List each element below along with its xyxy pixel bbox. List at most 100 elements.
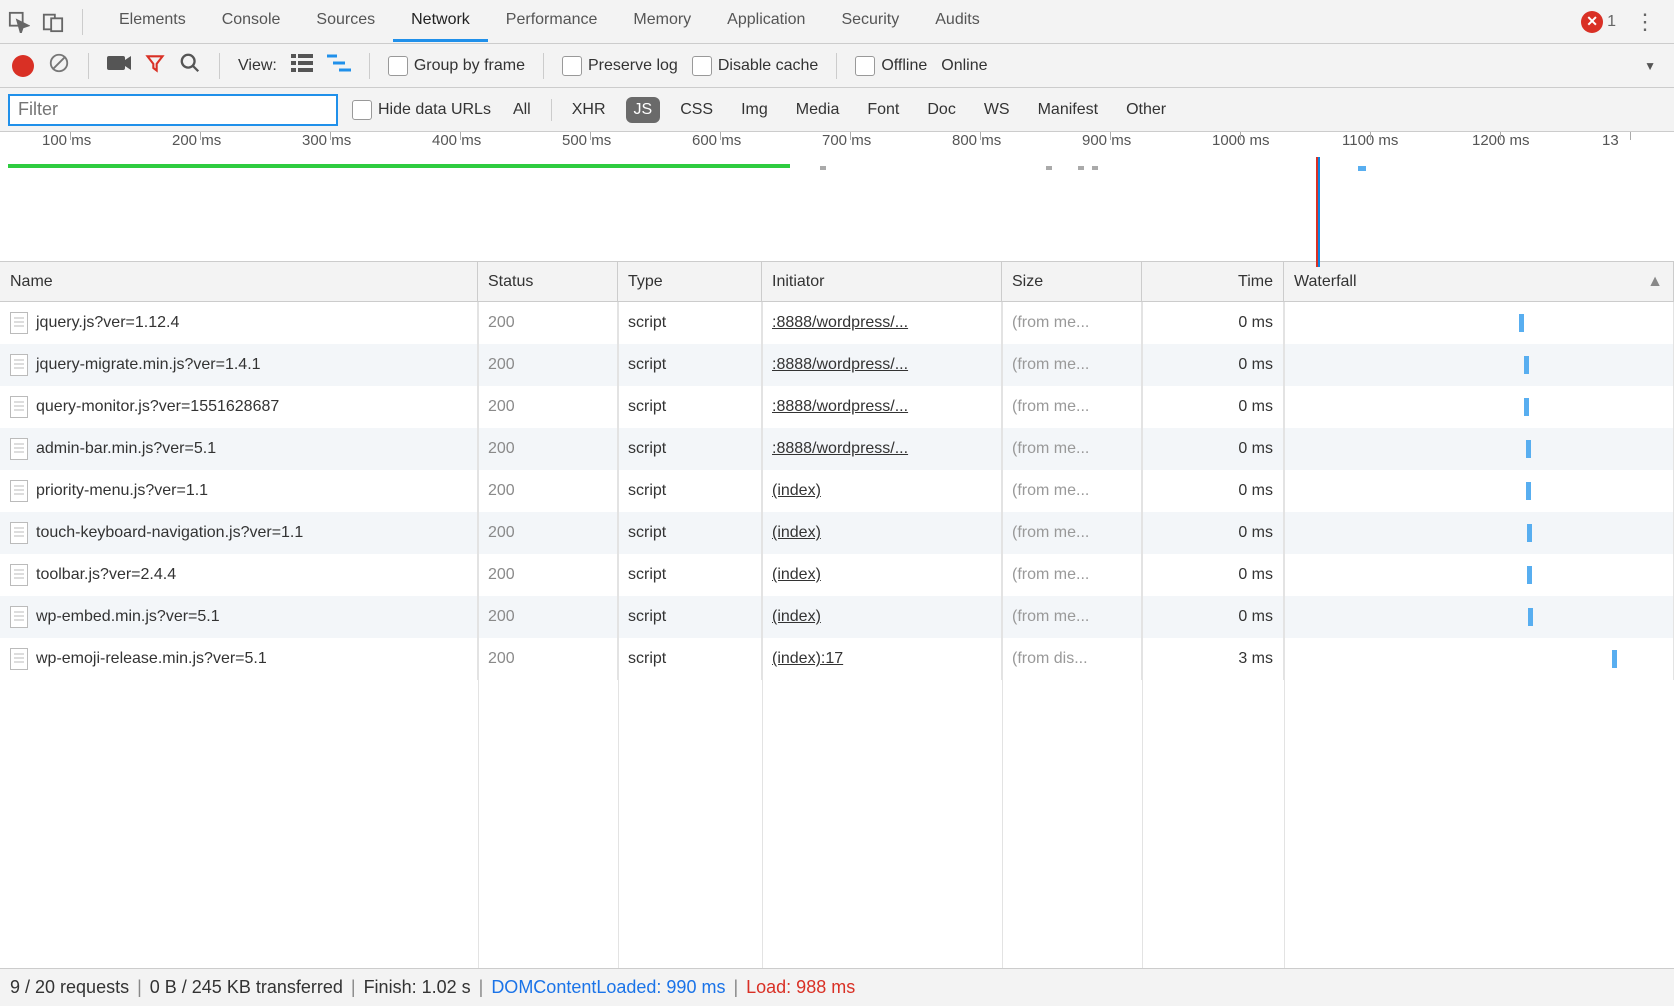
request-initiator[interactable]: (index):17 [762,638,1002,680]
tab-security[interactable]: Security [823,1,917,42]
request-initiator[interactable]: (index) [762,470,1002,512]
group-by-frame-checkbox[interactable]: Group by frame [388,56,525,76]
filter-type-doc[interactable]: Doc [919,97,963,123]
timeline-tick-mark [1110,132,1111,140]
request-waterfall [1284,302,1674,344]
request-status: 200 [478,344,618,386]
request-initiator[interactable]: :8888/wordpress/... [762,428,1002,470]
request-waterfall [1284,470,1674,512]
request-type: script [618,386,762,428]
table-row[interactable]: admin-bar.min.js?ver=5.1200script:8888/w… [0,428,1674,470]
column-header-initiator[interactable]: Initiator [762,262,1002,301]
table-row[interactable]: wp-emoji-release.min.js?ver=5.1200script… [0,638,1674,680]
screenshot-icon[interactable] [107,54,131,77]
tab-memory[interactable]: Memory [615,1,709,42]
file-icon [10,522,28,544]
filter-type-xhr[interactable]: XHR [564,97,614,123]
error-count-badge[interactable]: ✕ 1 [1581,11,1616,33]
request-type: script [618,428,762,470]
filter-type-ws[interactable]: WS [976,97,1018,123]
request-time: 0 ms [1142,512,1284,554]
request-time: 3 ms [1142,638,1284,680]
filter-type-js[interactable]: JS [626,97,661,123]
filter-type-manifest[interactable]: Manifest [1030,97,1106,123]
offline-checkbox[interactable]: Offline [855,56,927,76]
tab-elements[interactable]: Elements [101,1,204,42]
offline-label: Offline [881,57,927,75]
timeline-tick-label: 500 ms [562,132,611,149]
tab-performance[interactable]: Performance [488,1,616,42]
request-time: 0 ms [1142,596,1284,638]
filter-input[interactable] [8,94,338,126]
tab-sources[interactable]: Sources [298,1,393,42]
column-header-name[interactable]: Name [0,262,478,301]
search-icon[interactable] [179,52,201,79]
request-name: priority-menu.js?ver=1.1 [36,482,208,500]
request-initiator[interactable]: (index) [762,596,1002,638]
separator [369,53,370,79]
throttling-dropdown-icon[interactable]: ▼ [1644,59,1656,73]
request-initiator[interactable]: (index) [762,554,1002,596]
timeline-tick-label: 600 ms [692,132,741,149]
table-row[interactable]: touch-keyboard-navigation.js?ver=1.1200s… [0,512,1674,554]
more-menu-icon[interactable]: ⋮ [1630,9,1660,35]
requests-table-body[interactable]: jquery.js?ver=1.12.4200script:8888/wordp… [0,302,1674,968]
clear-button[interactable] [48,52,70,79]
column-header-time[interactable]: Time [1142,262,1284,301]
table-row[interactable]: priority-menu.js?ver=1.1200script(index)… [0,470,1674,512]
request-waterfall [1284,638,1674,680]
throttling-select[interactable]: Online [941,57,987,75]
table-row[interactable]: toolbar.js?ver=2.4.4200script(index)(fro… [0,554,1674,596]
request-time: 0 ms [1142,302,1284,344]
status-load: Load: 988 ms [746,977,855,998]
request-type: script [618,470,762,512]
request-initiator[interactable]: :8888/wordpress/... [762,344,1002,386]
disable-cache-checkbox[interactable]: Disable cache [692,56,819,76]
filter-toggle-icon[interactable] [145,53,165,78]
column-header-size[interactable]: Size [1002,262,1142,301]
request-size: (from me... [1002,554,1142,596]
filter-type-css[interactable]: CSS [672,97,721,123]
filter-type-media[interactable]: Media [788,97,848,123]
tab-application[interactable]: Application [709,1,823,42]
requests-table-header: Name Status Type Initiator Size Time Wat… [0,262,1674,302]
filter-type-font[interactable]: Font [859,97,907,123]
tab-console[interactable]: Console [204,1,299,42]
request-time: 0 ms [1142,428,1284,470]
separator [551,99,552,121]
request-initiator[interactable]: :8888/wordpress/... [762,302,1002,344]
tab-network[interactable]: Network [393,1,488,42]
timeline-tick-mark [460,132,461,140]
inspect-element-icon[interactable] [8,11,30,33]
preserve-log-checkbox[interactable]: Preserve log [562,56,678,76]
request-status: 200 [478,302,618,344]
file-icon [10,606,28,628]
table-row[interactable]: jquery-migrate.min.js?ver=1.4.1200script… [0,344,1674,386]
request-initiator[interactable]: :8888/wordpress/... [762,386,1002,428]
table-row[interactable]: jquery.js?ver=1.12.4200script:8888/wordp… [0,302,1674,344]
timeline-activity-bar [8,164,790,168]
filter-type-img[interactable]: Img [733,97,776,123]
filter-type-other[interactable]: Other [1118,97,1174,123]
request-type: script [618,512,762,554]
column-header-type[interactable]: Type [618,262,762,301]
file-icon [10,354,28,376]
request-initiator[interactable]: (index) [762,512,1002,554]
waterfall-view-icon[interactable] [327,54,351,77]
table-row[interactable]: wp-embed.min.js?ver=5.1200script(index)(… [0,596,1674,638]
timeline-tick-mark [850,132,851,140]
table-row[interactable]: query-monitor.js?ver=1551628687200script… [0,386,1674,428]
timeline-tick-label: 800 ms [952,132,1001,149]
hide-data-urls-checkbox[interactable]: Hide data URLs [352,100,491,120]
column-header-status[interactable]: Status [478,262,618,301]
request-size: (from me... [1002,470,1142,512]
device-toggle-icon[interactable] [42,11,64,33]
timeline-overview[interactable]: 100 ms200 ms300 ms400 ms500 ms600 ms700 … [0,132,1674,262]
timeline-marker [1078,166,1084,170]
tab-audits[interactable]: Audits [917,1,997,42]
large-rows-icon[interactable] [291,54,313,77]
record-button[interactable] [12,55,34,77]
error-icon: ✕ [1581,11,1603,33]
filter-type-all[interactable]: All [505,97,539,123]
column-header-waterfall[interactable]: Waterfall▲ [1284,262,1674,301]
